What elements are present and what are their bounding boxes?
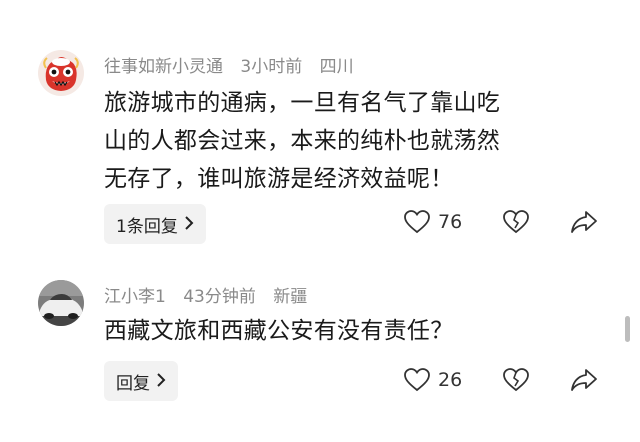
comment-text: 西藏文旅和西藏公安有没有责任？ [104, 312, 604, 350]
comment-time: 43分钟前 [183, 287, 256, 307]
comment-1: 往事如新小灵通 3小时前 四川 旅游城市的通病，一旦有名气了靠山吃 山的人都会过… [0, 0, 640, 260]
heart-icon [404, 210, 430, 234]
share-button[interactable] [571, 210, 597, 234]
like-count: 26 [438, 369, 463, 391]
comment-line: 西藏文旅和西藏公安有没有责任？ [104, 318, 454, 344]
comment-text: 旅游城市的通病，一旦有名气了靠山吃 山的人都会过来，本来的纯朴也就荡然 无存了，… [104, 84, 604, 198]
user-avatar[interactable] [38, 50, 84, 96]
share-button[interactable] [571, 368, 597, 392]
username[interactable]: 往事如新小灵通 [104, 57, 223, 77]
comment-location: 新疆 [273, 287, 308, 307]
heart-icon [404, 368, 430, 392]
comment-meta: 江小李1 43分钟前 新疆 [104, 282, 319, 307]
username[interactable]: 江小李1 [104, 287, 166, 307]
reply-label: 回复 [116, 373, 150, 394]
comment-2: 江小李1 43分钟前 新疆 西藏文旅和西藏公安有没有责任？ 回复 26 [0, 260, 640, 442]
lion-dance-avatar-icon [38, 50, 84, 96]
broken-heart-icon [503, 368, 529, 392]
comment-meta: 往事如新小灵通 3小时前 四川 [104, 52, 366, 77]
comment-location: 四川 [319, 57, 354, 77]
share-arrow-icon [571, 369, 597, 391]
chevron-right-icon [156, 371, 166, 392]
like-button[interactable]: 26 [404, 368, 462, 392]
dislike-button[interactable] [503, 368, 529, 392]
chevron-right-icon [184, 214, 194, 235]
broken-heart-icon [503, 210, 529, 234]
view-replies-button[interactable]: 1条回复 [104, 204, 206, 244]
user-avatar[interactable] [38, 280, 84, 326]
comment-time: 3小时前 [240, 57, 303, 77]
share-arrow-icon [571, 211, 597, 233]
dislike-button[interactable] [503, 210, 529, 234]
like-button[interactable]: 76 [404, 210, 462, 234]
comment-line: 无存了，谁叫旅游是经济效益呢！ [104, 166, 454, 192]
comment-line: 旅游城市的通病，一旦有名气了靠山吃 [104, 90, 501, 116]
reply-button[interactable]: 回复 [104, 361, 178, 401]
comment-line: 山的人都会过来，本来的纯朴也就荡然 [104, 128, 501, 154]
scrollbar[interactable] [625, 316, 630, 342]
like-count: 76 [438, 211, 463, 233]
car-photo-avatar-icon [38, 280, 84, 326]
reply-label: 1条回复 [116, 216, 178, 237]
